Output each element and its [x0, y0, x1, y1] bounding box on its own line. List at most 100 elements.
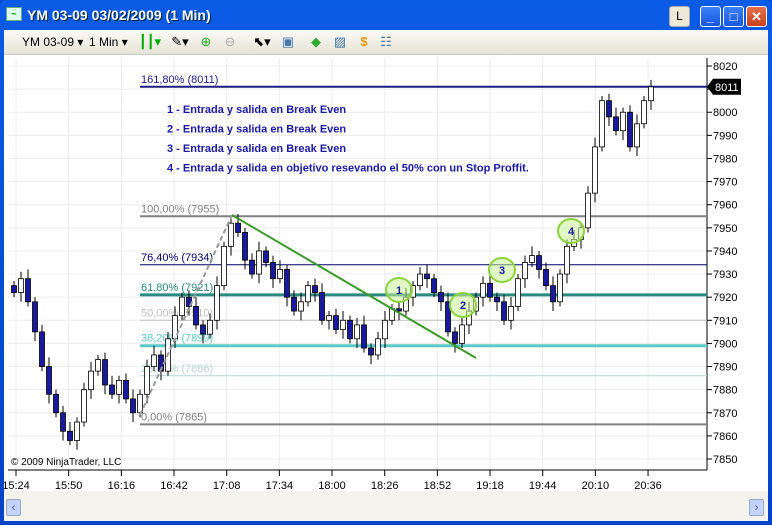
chart-window: ~ YM 03-09 03/02/2009 (1 Min) L _ □ ✕ YM… [0, 0, 772, 525]
candle-up [74, 421, 80, 441]
candle-up [529, 255, 535, 263]
candle-down [67, 430, 73, 441]
pointer-icon[interactable]: ⬉▾ [250, 34, 274, 50]
candle-up [382, 319, 388, 340]
candle-up [508, 306, 514, 321]
candle-up [88, 370, 94, 391]
y-tick-label: 7970 [713, 177, 737, 189]
candle-down [368, 347, 374, 356]
candle-up [298, 301, 304, 312]
candle-down [613, 116, 619, 132]
candle [557, 269, 563, 307]
y-tick-label: 7980 [713, 153, 737, 165]
candle-up [592, 146, 598, 194]
pencil-icon[interactable]: ✎▾ [168, 34, 192, 50]
close-button[interactable]: ✕ [746, 6, 767, 27]
price-chart[interactable]: 15:24 15:50 16:16 16:42 17:08 17:34 18:00 18:26… [2, 55, 768, 492]
horizontal-scrollbar[interactable]: ‹ › [4, 491, 768, 521]
y-tick-label: 8020 [713, 61, 737, 73]
candle-down [438, 292, 444, 303]
candle-up [375, 338, 381, 356]
candle-down [249, 259, 255, 275]
candle [515, 274, 521, 312]
y-tick-label: 8000 [713, 107, 737, 119]
candle-down [347, 319, 353, 340]
app-icon: ~ [6, 7, 22, 21]
scroll-right-arrow[interactable]: › [749, 499, 764, 516]
candlestick-icon[interactable]: ┃┃▾ [138, 34, 162, 50]
minimize-button[interactable]: _ [700, 6, 721, 27]
candle-down [123, 379, 129, 400]
candle-up [305, 285, 311, 303]
candle-up [221, 245, 227, 287]
candle-down [361, 324, 367, 349]
candle-down [319, 292, 325, 321]
instrument-dropdown[interactable]: YM 03-09 ▾ [22, 34, 83, 51]
candle [592, 137, 598, 203]
candle-down [452, 331, 458, 344]
candle-up [599, 100, 605, 148]
chevron-down-icon: ▾ [121, 35, 128, 49]
copyright-text: © 2009 NinjaTrader, LLC [11, 457, 121, 468]
candle-down [200, 324, 206, 335]
candle-down [242, 232, 248, 261]
candle-down [606, 100, 612, 118]
candle-up [340, 319, 346, 330]
candle-up [522, 262, 528, 280]
annotation-note: 2 - Entrada y salida en Break Even [167, 124, 346, 136]
interval-dropdown[interactable]: 1 Min ▾ [89, 34, 128, 51]
y-tick-label: 7850 [713, 454, 737, 466]
candle-up [564, 245, 570, 275]
candle-down [53, 393, 59, 414]
indicators-icon[interactable]: ▨ [332, 34, 348, 50]
candle-up [354, 324, 360, 340]
trade-marker-number: 2 [460, 300, 466, 312]
candle-down [543, 269, 549, 287]
fib-level-label: 100,00% (7955) [141, 203, 219, 215]
scroll-left-arrow[interactable]: ‹ [6, 499, 21, 516]
last-price-label: 8011 [715, 82, 739, 94]
annotation-note: 3 - Entrada y salida en Break Even [167, 143, 346, 155]
fib-level-label: 76,40% (7934) [141, 252, 213, 264]
candle-up [256, 250, 262, 275]
chart-panel[interactable]: 15:24 15:50 16:16 16:42 17:08 17:34 18:00 18:26… [2, 55, 768, 492]
y-tick-label: 7870 [713, 408, 737, 420]
candle-up [648, 86, 654, 102]
candle-down [60, 412, 66, 432]
candle-down [284, 269, 290, 298]
title-bar[interactable]: ~ YM 03-09 03/02/2009 (1 Min) L _ □ ✕ [0, 0, 772, 30]
data-box-icon[interactable]: ◆ [308, 34, 324, 50]
maximize-button[interactable]: □ [723, 6, 744, 27]
zoom-in-icon[interactable]: ⊕ [198, 34, 214, 50]
l-button[interactable]: L [669, 6, 690, 27]
zoom-out-icon[interactable]: ⊖ [222, 34, 238, 50]
y-tick-label: 7860 [713, 431, 737, 443]
candle-up [620, 111, 626, 132]
table-icon[interactable]: ☷ [378, 34, 394, 50]
strategy-dollar-icon[interactable]: $ [356, 34, 372, 50]
candle-down [487, 282, 493, 298]
y-tick-label: 7890 [713, 362, 737, 374]
candle-down [270, 262, 276, 280]
candle-up [515, 278, 521, 307]
candle [39, 324, 45, 372]
candle-down [501, 301, 507, 321]
candle-down [11, 285, 17, 293]
candle-up [179, 296, 185, 317]
candle-down [627, 111, 633, 148]
candle-down [263, 250, 269, 263]
properties-icon[interactable]: ▣ [280, 34, 296, 50]
x-tick-label: 15:24 [4, 480, 30, 491]
candle-up [417, 273, 423, 287]
x-tick-label: 15:50 [55, 480, 83, 491]
window-title: YM 03-09 03/02/2009 (1 Min) [27, 7, 211, 23]
candle-down [46, 366, 52, 395]
candle-up [207, 319, 213, 335]
x-tick-label: 16:42 [160, 480, 188, 491]
y-tick-label: 7950 [713, 223, 737, 235]
candle-down [550, 285, 556, 303]
candle-up [172, 315, 178, 340]
candle-up [151, 354, 157, 367]
y-tick-label: 7940 [713, 246, 737, 258]
candle-down [25, 278, 31, 303]
